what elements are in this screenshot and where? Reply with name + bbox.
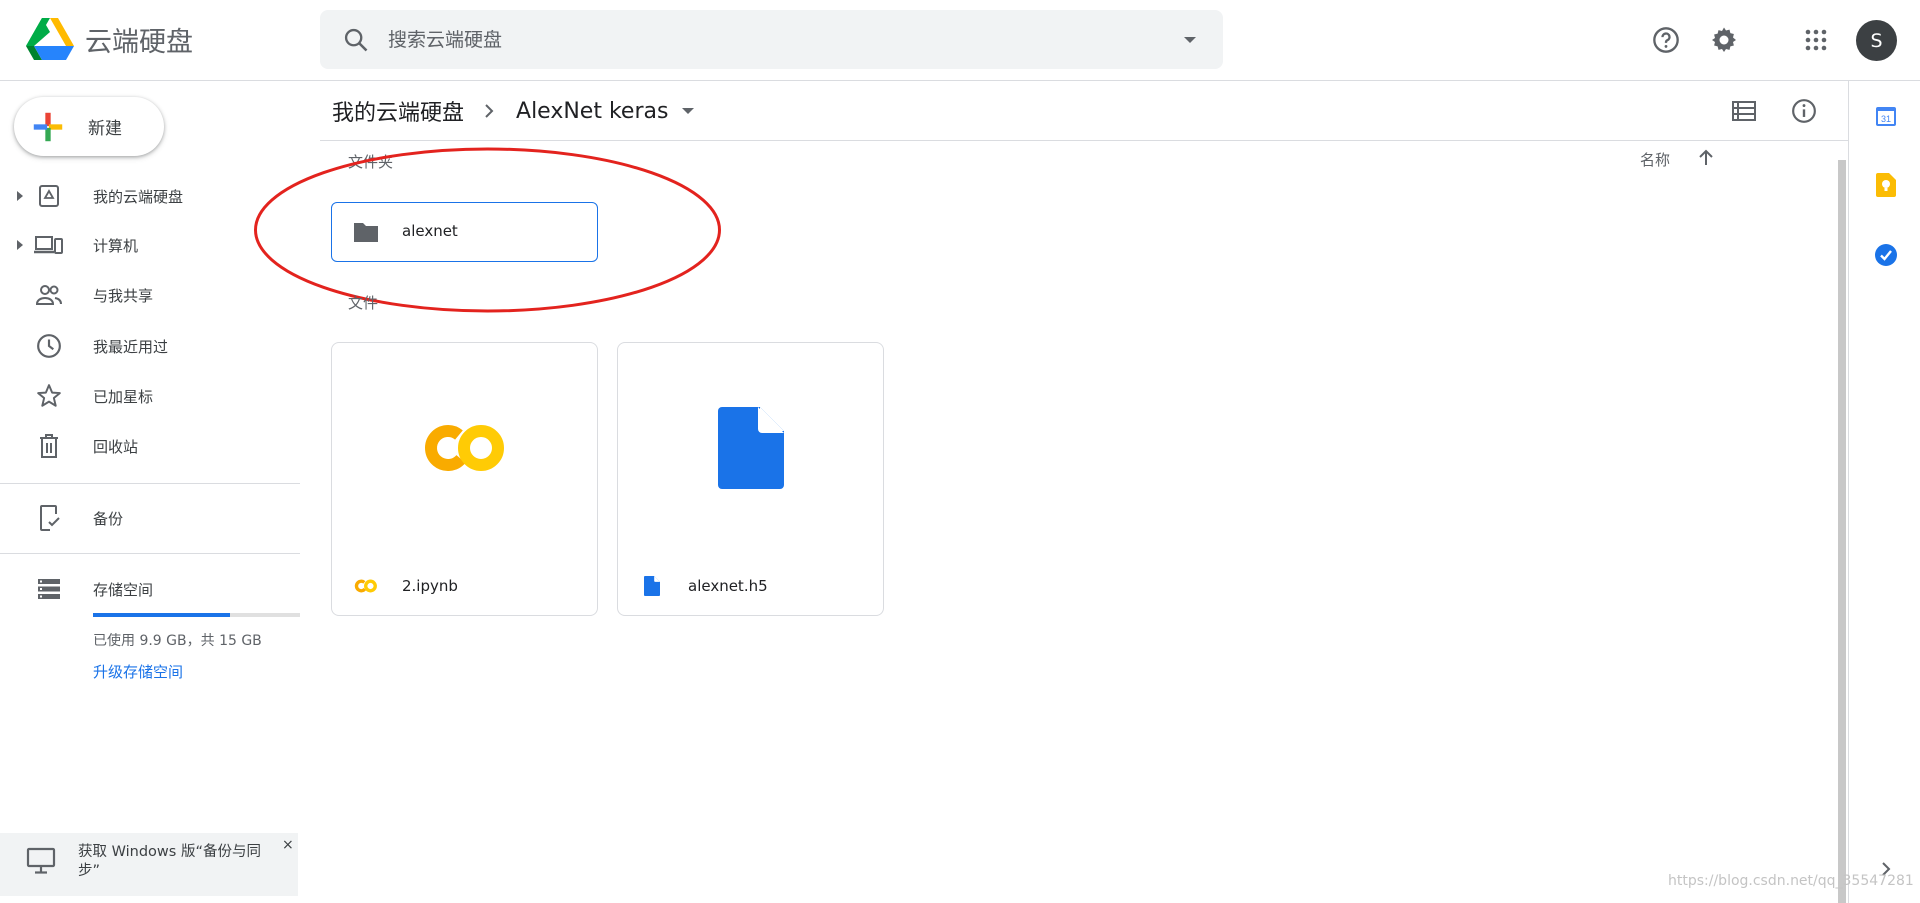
close-icon[interactable]: × <box>282 837 294 853</box>
help-icon <box>1653 27 1679 53</box>
watermark: https://blog.csdn.net/qq_35547281 <box>1668 873 1914 889</box>
app-title: 云端硬盘 <box>85 27 193 58</box>
recent-icon <box>34 331 64 361</box>
expand-arrow-icon[interactable] <box>14 239 26 251</box>
sidebar-item-label: 与我共享 <box>93 286 154 305</box>
file-small-icon <box>640 576 664 596</box>
trash-icon <box>34 431 64 461</box>
apps-button[interactable] <box>1794 18 1838 62</box>
sidebar-item-label: 备份 <box>93 509 124 528</box>
app-header: 云端硬盘 S <box>0 0 1920 81</box>
search-input[interactable] <box>388 22 1148 58</box>
sidebar-item-label: 已加星标 <box>93 387 154 406</box>
search-box[interactable] <box>320 10 1223 69</box>
calendar-icon: 31 <box>1876 107 1896 126</box>
upgrade-storage-link[interactable]: 升级存储空间 <box>93 661 183 682</box>
sidebar-item-trash[interactable]: 回收站 <box>0 423 300 469</box>
files-section-label: 文件 <box>348 294 379 312</box>
expand-arrow-icon[interactable] <box>14 190 26 202</box>
my-drive-icon <box>34 181 64 211</box>
sidebar-item-computers[interactable]: 计算机 <box>0 222 300 268</box>
storage-icon <box>34 574 64 604</box>
storage-usage-bar <box>93 613 300 617</box>
folder-menu-dropdown-icon[interactable] <box>682 108 695 114</box>
breadcrumb: 我的云端硬盘 AlexNet keras <box>332 95 695 127</box>
sidebar-item-label: 我的云端硬盘 <box>93 187 184 206</box>
calendar-addon-button[interactable]: 31 <box>1873 103 1899 129</box>
search-options-icon[interactable] <box>1178 28 1202 52</box>
folders-section-label: 文件夹 <box>348 153 394 171</box>
avatar[interactable]: S <box>1856 20 1897 61</box>
new-button[interactable]: 新建 <box>14 97 164 156</box>
drive-logo[interactable] <box>26 18 74 60</box>
sidebar-item-starred[interactable]: 已加星标 <box>0 373 300 419</box>
list-view-button[interactable] <box>1728 95 1760 127</box>
file-name: 2.ipynb <box>402 577 458 595</box>
file-card[interactable]: alexnet.h5 <box>617 342 884 616</box>
scrollbar-thumb[interactable] <box>1838 160 1846 903</box>
sidebar-item-recent[interactable]: 我最近用过 <box>0 323 300 369</box>
storage-usage-fill <box>93 613 230 617</box>
keep-addon-button[interactable] <box>1873 172 1899 198</box>
star-icon <box>34 381 64 411</box>
sidebar-item-label: 我最近用过 <box>93 337 169 356</box>
backup-icon <box>34 503 64 533</box>
sort-by-name[interactable]: 名称 <box>1640 149 1670 170</box>
file-thumbnail <box>618 343 883 553</box>
settings-button[interactable] <box>1702 18 1746 62</box>
search-icon[interactable] <box>342 26 370 54</box>
chevron-right-icon <box>485 104 494 118</box>
folder-icon <box>354 223 378 242</box>
storage-label: 存储空间 <box>93 580 154 599</box>
gear-icon <box>1712 27 1736 52</box>
sidebar-divider <box>0 483 300 484</box>
file-card[interactable]: 2.ipynb <box>331 342 598 616</box>
folder-card[interactable]: alexnet <box>331 202 598 262</box>
list-view-icon <box>1732 101 1756 121</box>
help-button[interactable] <box>1644 18 1688 62</box>
apps-grid-icon <box>1805 29 1827 51</box>
folder-name: alexnet <box>402 222 458 240</box>
breadcrumb-current[interactable]: AlexNet keras <box>516 99 668 124</box>
file-icon <box>717 407 784 489</box>
file-thumbnail <box>332 343 597 553</box>
sidebar-item-shared[interactable]: 与我共享 <box>0 272 300 318</box>
computers-icon <box>34 230 64 260</box>
sidebar-item-label: 计算机 <box>93 236 139 255</box>
colab-small-icon <box>354 576 378 596</box>
sidebar-item-label: 回收站 <box>93 437 139 456</box>
file-name: alexnet.h5 <box>688 577 768 595</box>
main-header-divider <box>320 140 1848 141</box>
tasks-addon-button[interactable] <box>1873 242 1899 268</box>
sidebar-item-my-drive[interactable]: 我的云端硬盘 <box>0 173 300 219</box>
colab-logo-icon <box>424 425 504 471</box>
breadcrumb-root[interactable]: 我的云端硬盘 <box>332 95 464 127</box>
sort-ascending-icon[interactable] <box>1696 148 1716 168</box>
new-button-label: 新建 <box>88 119 122 139</box>
backup-sync-promo[interactable]: 获取 Windows 版“备份与同步” × <box>0 833 298 896</box>
sidebar-item-storage[interactable]: 存储空间 <box>0 566 300 612</box>
shared-icon <box>34 280 64 310</box>
tasks-icon <box>1875 244 1897 266</box>
storage-usage-text: 已使用 9.9 GB，共 15 GB <box>93 633 262 649</box>
details-button[interactable] <box>1788 95 1820 127</box>
sidebar-divider <box>0 553 300 554</box>
plus-icon <box>33 112 63 141</box>
monitor-icon <box>26 847 56 874</box>
keep-icon <box>1876 173 1896 197</box>
info-icon <box>1792 99 1816 123</box>
sidebar-item-backup[interactable]: 备份 <box>0 495 300 541</box>
svg-text:31: 31 <box>1881 114 1891 124</box>
side-panel: 31 <box>1848 81 1920 903</box>
promo-text: 获取 Windows 版“备份与同步” <box>78 844 261 879</box>
